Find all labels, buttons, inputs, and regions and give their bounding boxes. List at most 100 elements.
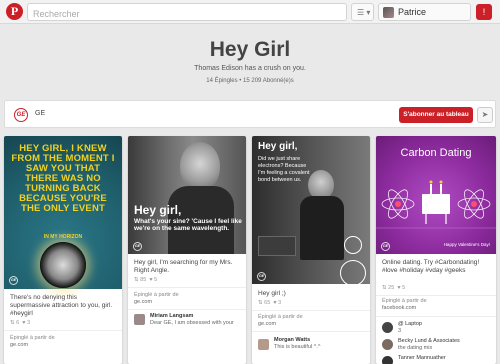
pin-source[interactable]: Épinglé à partir de ge.com — [258, 314, 303, 328]
pin-image-caption: Did we just share electrons? Because I'm… — [258, 156, 310, 183]
pin-description: Hey girl, I'm searching for my Mrs. Righ… — [134, 259, 233, 274]
comment-text: This is beautiful ^.^ — [274, 344, 321, 350]
pin-stats: ⇅ 65 ♥ 3 — [258, 300, 281, 306]
pin-image[interactable]: Hey girl, Did we just share electrons? B… — [252, 136, 370, 286]
send-icon[interactable]: ➤ — [477, 107, 493, 123]
top-bar: P ☰ ▾ Patrice ! — [0, 0, 500, 24]
board-entry-sub: 3 — [398, 328, 402, 334]
pin-description: There's no denying this supermassive att… — [10, 294, 113, 317]
atom-icon — [344, 236, 362, 254]
board-entry[interactable]: Becky Lund & Associates the dating mix — [398, 338, 494, 352]
pin-source-label: Épinglé à partir de — [258, 314, 303, 320]
board-owner-name[interactable]: GE — [35, 110, 45, 117]
avatar[interactable] — [382, 339, 393, 350]
repin-count: 25 — [388, 285, 395, 291]
ge-badge-icon: GE — [9, 276, 18, 285]
notifications-icon[interactable]: ! — [476, 4, 492, 20]
hamburger-menu-icon: ☰ ▾ — [357, 8, 371, 17]
pin-image[interactable]: Carbon Dating Happy Valentine's Day! GE — [376, 136, 496, 254]
pin-image-footer: Happy Valentine's Day! — [443, 242, 490, 247]
like-count: 3 — [278, 300, 282, 306]
ge-badge-icon: GE — [381, 242, 390, 251]
avatar[interactable] — [382, 322, 393, 333]
edison-suit — [300, 196, 344, 260]
pin-image-caption: What's your sine? 'Cause I feel like we'… — [134, 218, 242, 232]
pin-description: Online dating. Try #Carbondating! #love … — [382, 259, 480, 274]
pin-card[interactable]: Hey girl, What's your sine? 'Cause I fee… — [128, 136, 246, 364]
pin-comment: Miriam Langsam Dear GE, I am obsessed wi… — [150, 313, 244, 327]
repin-icon: ⇅ — [258, 300, 263, 306]
like-icon: ♥ — [273, 300, 277, 306]
pin-image-subcaption: IN MY HORIZON — [43, 234, 83, 240]
pin-comment: Morgan Watts This is beautiful ^.^ — [274, 337, 368, 351]
board-entry-name[interactable]: Becky Lund & Associates — [398, 338, 460, 344]
follow-board-button[interactable]: S'abonner au tableau — [399, 107, 473, 123]
pin-card[interactable]: HEY GIRL, I KNEW FROM THE MOMENT I SAW Y… — [4, 136, 122, 364]
pin-card[interactable]: Hey girl, Did we just share electrons? B… — [252, 136, 370, 364]
user-profile-button[interactable]: Patrice — [378, 3, 471, 21]
pin-source[interactable]: Épinglé à partir de ge.com — [10, 335, 55, 349]
pin-image-caption: HEY GIRL, I KNEW FROM THE MOMENT I SAW Y… — [11, 143, 115, 214]
pin-source-label: Épinglé à partir de — [134, 292, 179, 298]
pin-source-link[interactable]: ge.com — [258, 321, 276, 327]
like-icon: ♥ — [149, 277, 153, 283]
ge-badge-icon: GE — [133, 242, 142, 251]
like-count: 3 — [27, 320, 31, 326]
board-entry-name[interactable]: Tanner Mannuather — [398, 355, 446, 361]
repin-count: 6 — [16, 320, 20, 326]
pin-source-label: Épinglé à partir de — [382, 298, 427, 304]
like-count: 5 — [154, 277, 158, 283]
board-entry-sub: the dating mix — [398, 345, 433, 351]
pin-stats: ⇅ 6 ♥ 3 — [10, 320, 30, 326]
search-input[interactable] — [28, 6, 346, 22]
pin-source[interactable]: Épinglé à partir de ge.com — [134, 292, 179, 306]
menu-button[interactable]: ☰ ▾ — [351, 3, 374, 21]
repin-count: 85 — [140, 277, 147, 283]
pinterest-logo-icon[interactable]: P — [6, 3, 23, 20]
ge-logo-icon[interactable]: GE — [14, 108, 28, 122]
like-icon: ♥ — [22, 320, 26, 326]
pin-source-link[interactable]: ge.com — [134, 299, 152, 305]
board-entry-name[interactable]: @ Laptop — [398, 321, 422, 327]
board-description: Thomas Edison has a crush on you. — [194, 65, 306, 72]
pin-image-heading: Carbon Dating — [400, 147, 472, 159]
pin-image[interactable]: HEY GIRL, I KNEW FROM THE MOMENT I SAW Y… — [4, 136, 122, 289]
comment-user[interactable]: Morgan Watts — [274, 337, 310, 343]
board-owner-bar: GE GE S'abonner au tableau ➤ — [4, 100, 496, 128]
pin-image[interactable]: Hey girl, What's your sine? 'Cause I fee… — [128, 136, 246, 254]
repin-icon: ⇅ — [10, 320, 15, 326]
like-count: 5 — [402, 285, 406, 291]
username-label: Patrice — [398, 7, 427, 17]
repin-icon: ⇅ — [382, 285, 387, 291]
board-title: Hey Girl — [209, 38, 291, 61]
ge-badge-icon: GE — [257, 272, 266, 281]
avatar[interactable] — [258, 339, 269, 350]
pin-stats: ⇅ 25 ♥ 5 — [382, 285, 405, 291]
avatar[interactable] — [382, 356, 393, 364]
pin-source[interactable]: Épinglé à partir de facebook.com — [382, 298, 427, 312]
repin-count: 65 — [264, 300, 271, 306]
comment-user[interactable]: Miriam Langsam — [150, 313, 193, 319]
atoms-illustration — [376, 180, 496, 229]
phonograph — [258, 236, 296, 256]
repin-icon: ⇅ — [134, 277, 139, 283]
board-stats[interactable]: 14 Épingles • 15 209 Abonné(e)s — [0, 78, 500, 84]
atom-icon — [340, 260, 366, 286]
black-hole-portrait — [40, 242, 86, 288]
pin-stats: ⇅ 85 ♥ 5 — [134, 277, 157, 283]
pin-card[interactable]: Carbon Dating Happy Valentine's Day! GE — [376, 136, 496, 364]
board-entry[interactable]: @ Laptop 3 — [398, 321, 494, 335]
pin-image-heading: Hey girl, — [134, 203, 182, 217]
comment-text: Dear GE, I am obsessed with your — [150, 320, 234, 326]
board-entry[interactable]: Tanner Mannuather — [398, 355, 494, 362]
pin-source-link[interactable]: ge.com — [10, 342, 28, 348]
avatar[interactable] — [134, 314, 145, 325]
search-box[interactable] — [27, 3, 347, 22]
edison-portrait — [180, 142, 220, 190]
like-icon: ♥ — [397, 285, 401, 291]
pin-source-link[interactable]: facebook.com — [382, 305, 416, 311]
pin-image-heading: Hey girl, — [258, 141, 298, 152]
pin-source-label: Épinglé à partir de — [10, 335, 55, 341]
avatar — [383, 7, 394, 18]
pin-description: Hey girl ;) — [258, 290, 286, 297]
